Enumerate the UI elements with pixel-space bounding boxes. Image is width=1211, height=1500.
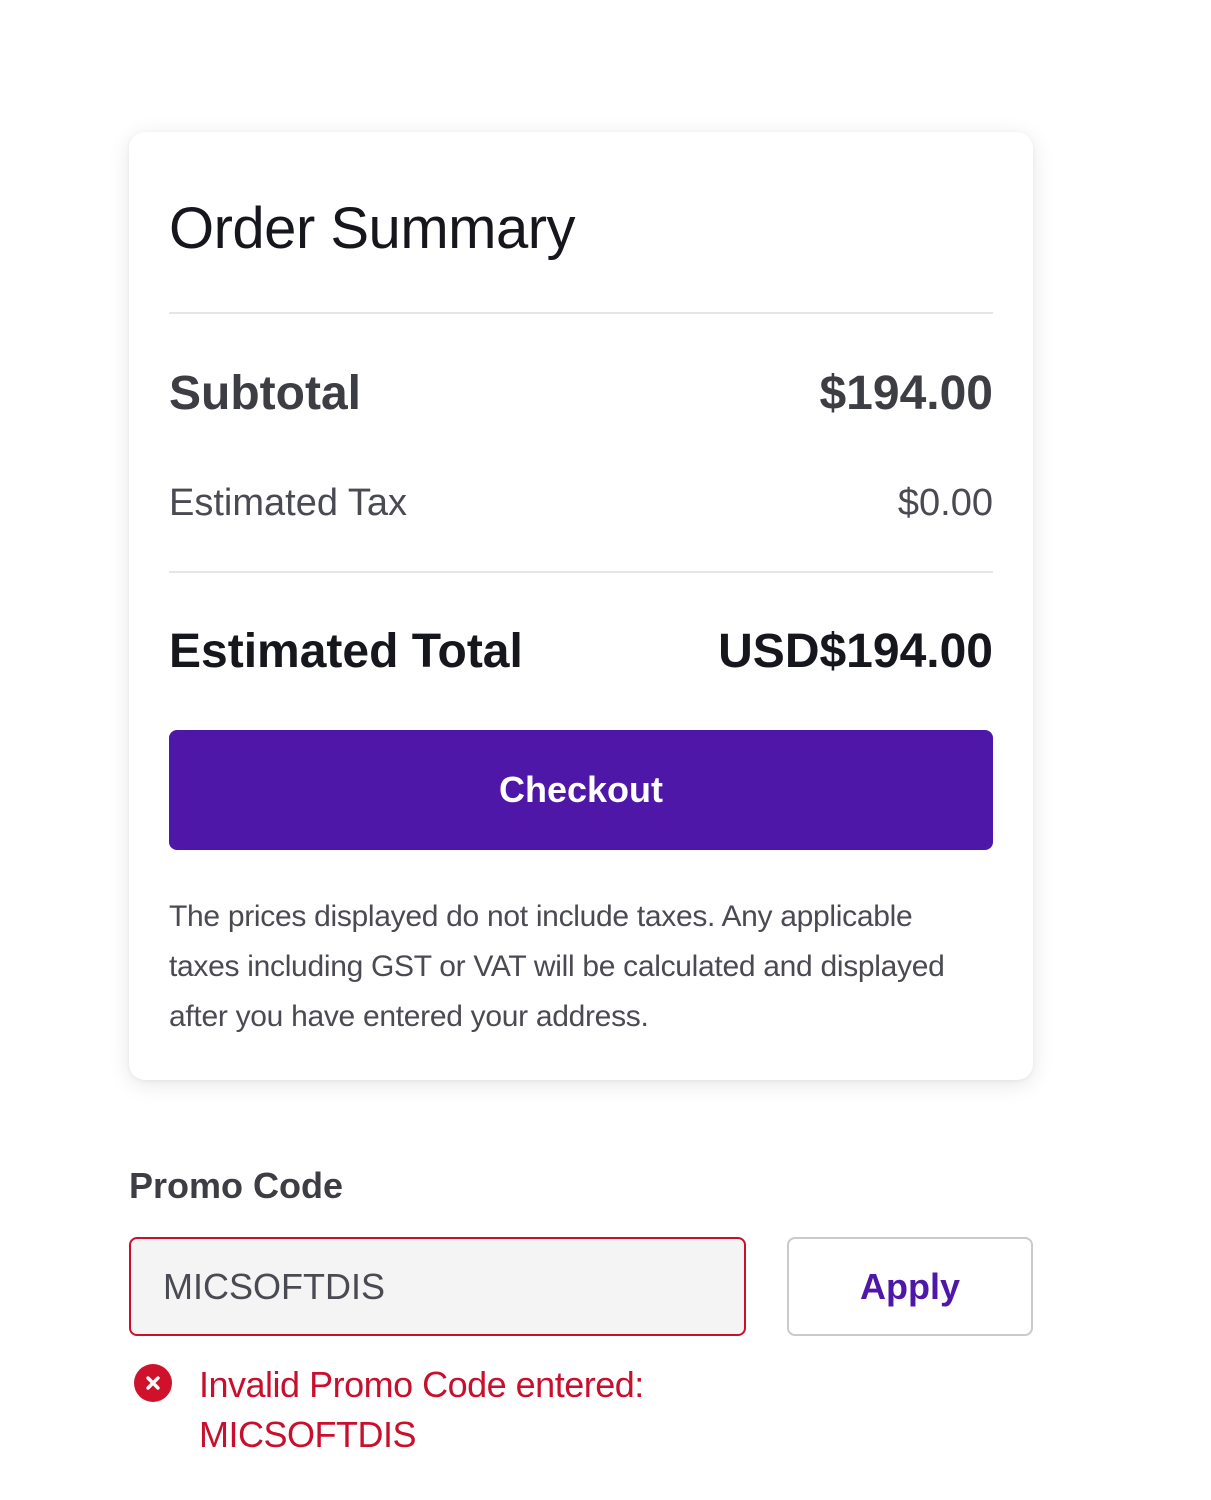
tax-value: $0.00: [897, 482, 993, 524]
promo-code-label: Promo Code: [129, 1165, 344, 1206]
total-value: USD$194.00: [718, 625, 993, 678]
tax-label: Estimated Tax: [169, 482, 407, 524]
promo-error-message: Invalid Promo Code entered: MICSOFTDIS: [199, 1364, 644, 1455]
close-circle-icon: [134, 1364, 172, 1402]
subtotal-label: Subtotal: [169, 367, 361, 420]
apply-button[interactable]: Apply: [787, 1237, 1033, 1336]
total-row: Estimated Total USD$194.00: [169, 628, 993, 676]
divider: [169, 312, 993, 314]
checkout-button[interactable]: Checkout: [169, 730, 993, 850]
subtotal-value: $194.00: [819, 367, 993, 420]
total-label: Estimated Total: [169, 625, 523, 678]
order-summary-card: Order Summary Subtotal $194.00 Estimated…: [129, 132, 1033, 1080]
promo-code-input[interactable]: [129, 1237, 746, 1336]
tax-disclaimer: The prices displayed do not include taxe…: [169, 900, 945, 1033]
divider: [169, 571, 993, 573]
tax-row: Estimated Tax $0.00: [169, 484, 993, 522]
subtotal-row: Subtotal $194.00: [169, 370, 993, 418]
order-summary-title: Order Summary: [169, 196, 576, 261]
